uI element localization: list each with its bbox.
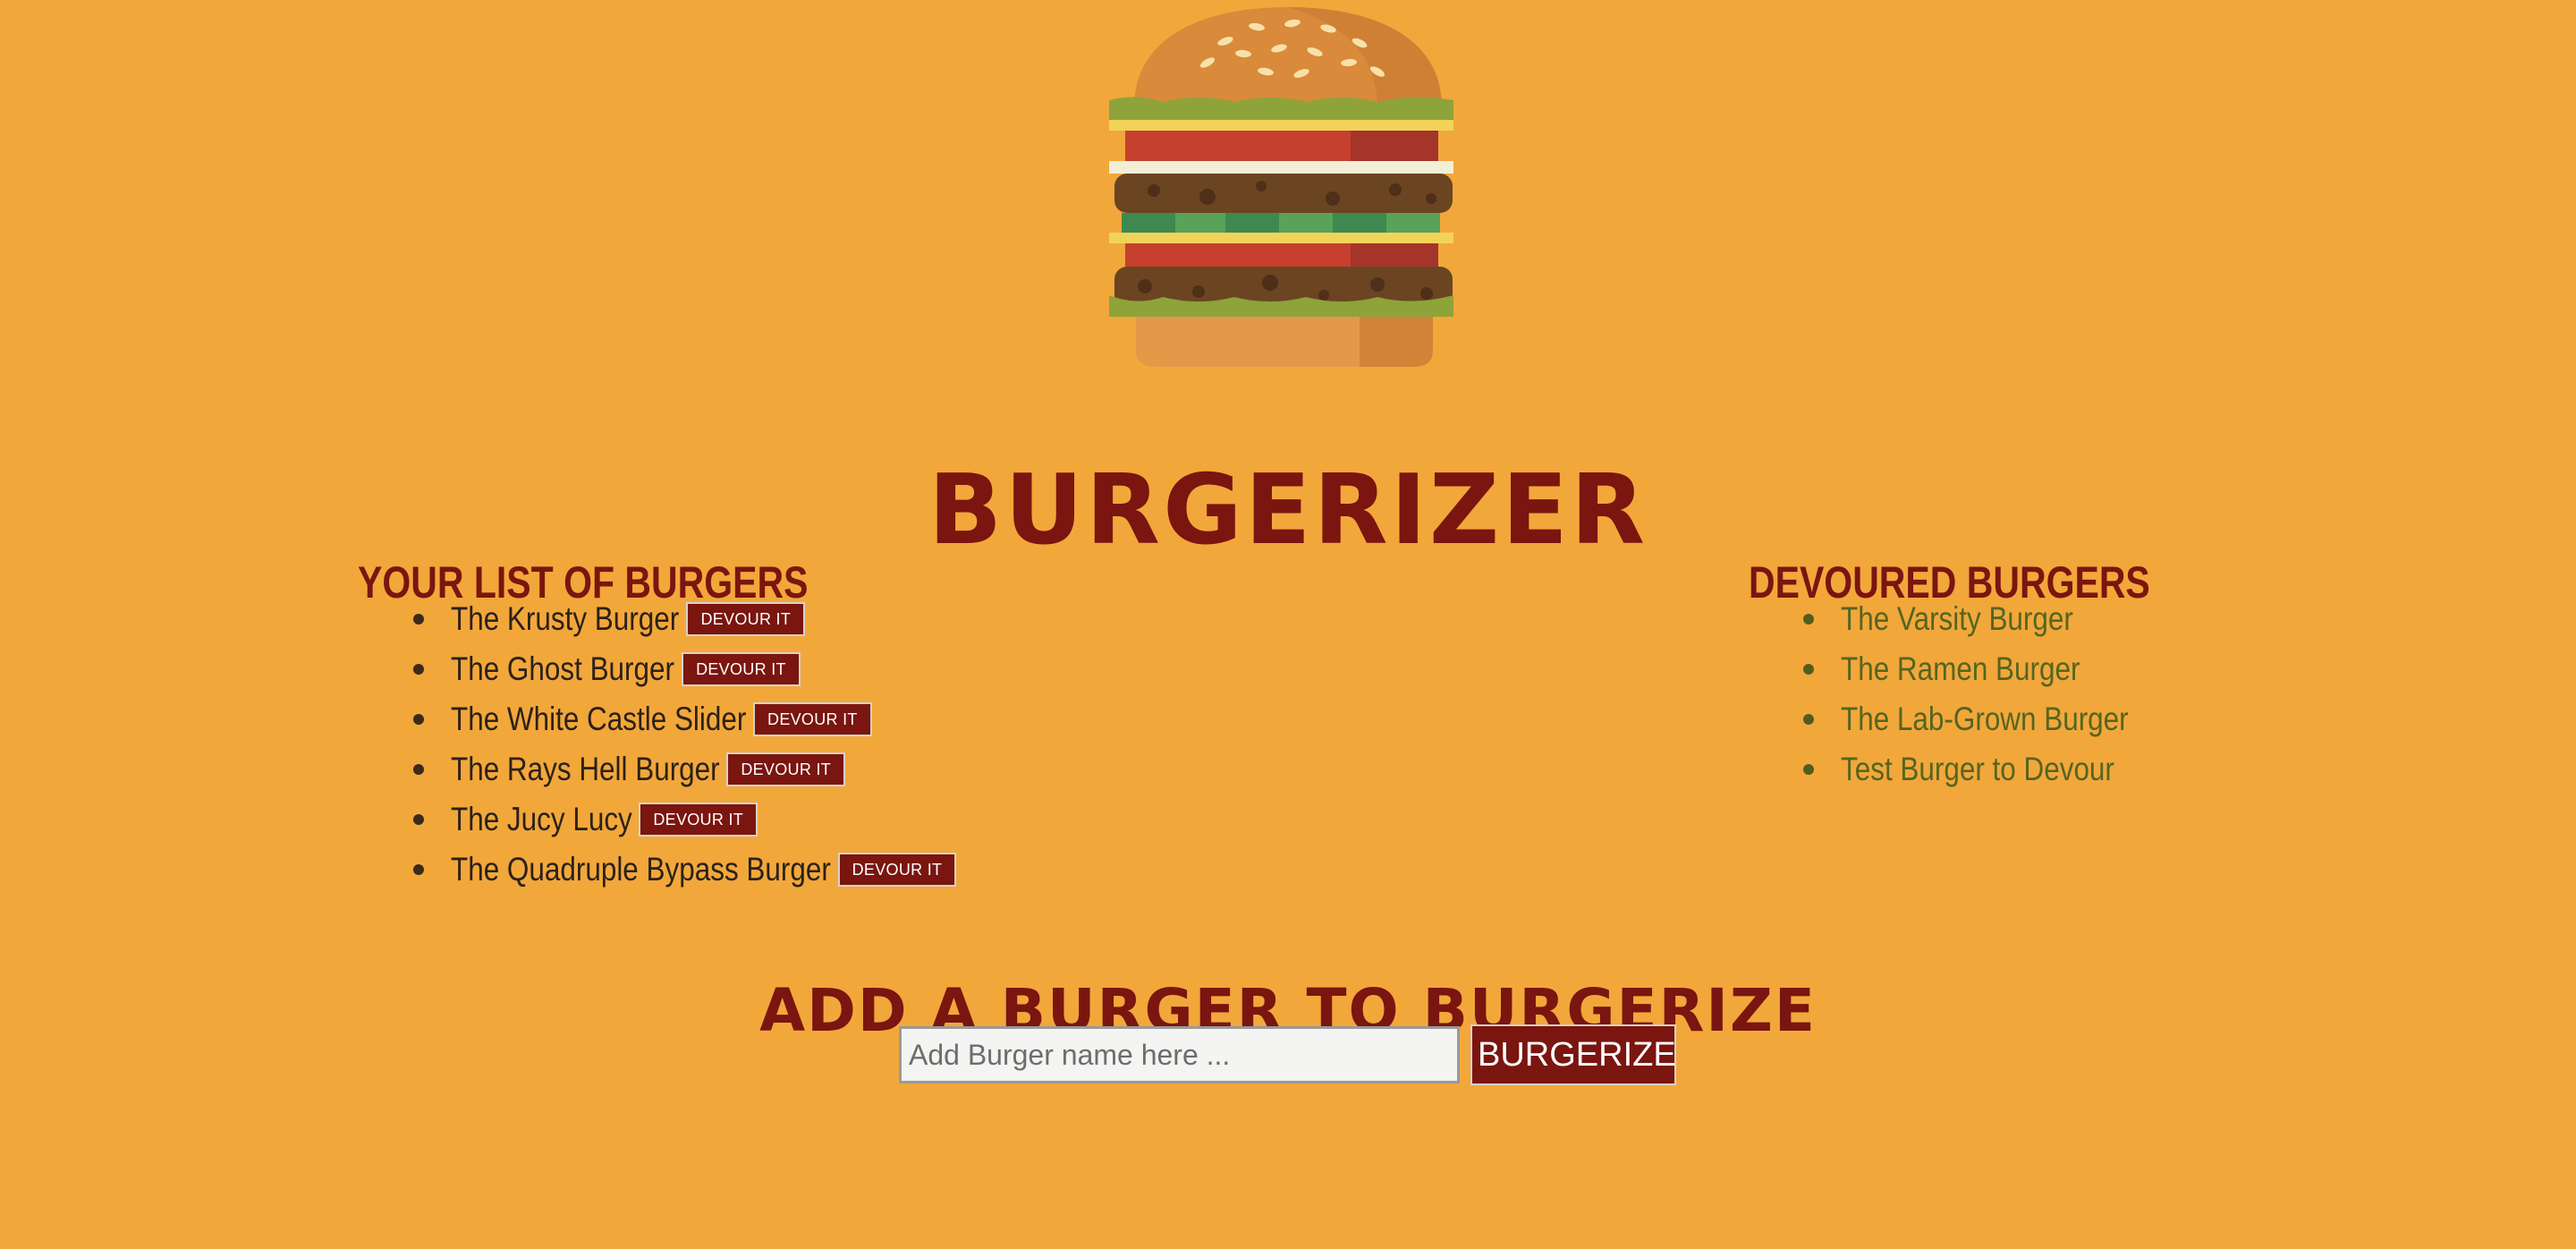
list-item: The Jucy Lucy DEVOUR IT [413,794,956,845]
list-item: Test Burger to Devour [1803,744,2129,794]
app-title: BURGERIZER [928,455,1648,567]
burger-name: The Rays Hell Burger [451,751,720,787]
page: BURGERIZER YOUR LIST OF BURGERS The Krus… [0,0,2576,1249]
add-burger-form: BURGERIZE [899,1024,1676,1085]
bullet-icon [413,814,424,825]
bullet-icon [1803,664,1814,675]
bullet-icon [413,664,424,675]
burger-name-input[interactable] [899,1026,1460,1083]
hamburger-icon [1109,7,1453,367]
burger-name: The Quadruple Bypass Burger [451,851,831,888]
burgerize-button[interactable]: BURGERIZE [1470,1024,1676,1085]
list-item: The Ramen Burger [1803,644,2129,694]
bullet-icon [1803,714,1814,725]
bullet-icon [413,714,424,725]
bullet-icon [413,864,424,875]
bullet-icon [413,614,424,624]
devoured-burger-name: Test Burger to Devour [1841,751,2114,787]
list-item: The Quadruple Bypass Burger DEVOUR IT [413,845,957,895]
burger-name: The Krusty Burger [451,600,680,637]
bullet-icon [1803,764,1814,775]
bullet-icon [1803,614,1814,624]
devoured-burger-name: The Ramen Burger [1841,650,2080,687]
devour-button[interactable]: DEVOUR IT [726,752,846,786]
devoured-burger-list: The Varsity Burger The Ramen Burger The … [1803,594,2129,794]
burger-name: The White Castle Slider [451,701,747,737]
list-item: The Lab-Grown Burger [1803,694,2129,744]
uneaten-burger-list: The Krusty Burger DEVOUR IT The Ghost Bu… [413,594,957,895]
devoured-burger-name: The Lab-Grown Burger [1841,701,2129,737]
list-item: The White Castle Slider DEVOUR IT [413,694,956,744]
list-item: The Krusty Burger DEVOUR IT [413,594,956,644]
list-item: The Varsity Burger [1803,594,2129,644]
devoured-burger-name: The Varsity Burger [1841,600,2073,637]
burger-name: The Ghost Burger [451,650,674,687]
list-item: The Rays Hell Burger DEVOUR IT [413,744,956,794]
devour-button[interactable]: DEVOUR IT [686,602,806,636]
devour-button[interactable]: DEVOUR IT [639,803,758,837]
devour-button[interactable]: DEVOUR IT [682,652,801,686]
devour-button[interactable]: DEVOUR IT [837,853,957,887]
devour-button[interactable]: DEVOUR IT [753,702,872,736]
list-item: The Ghost Burger DEVOUR IT [413,644,956,694]
bullet-icon [413,764,424,775]
burger-name: The Jucy Lucy [451,801,632,837]
